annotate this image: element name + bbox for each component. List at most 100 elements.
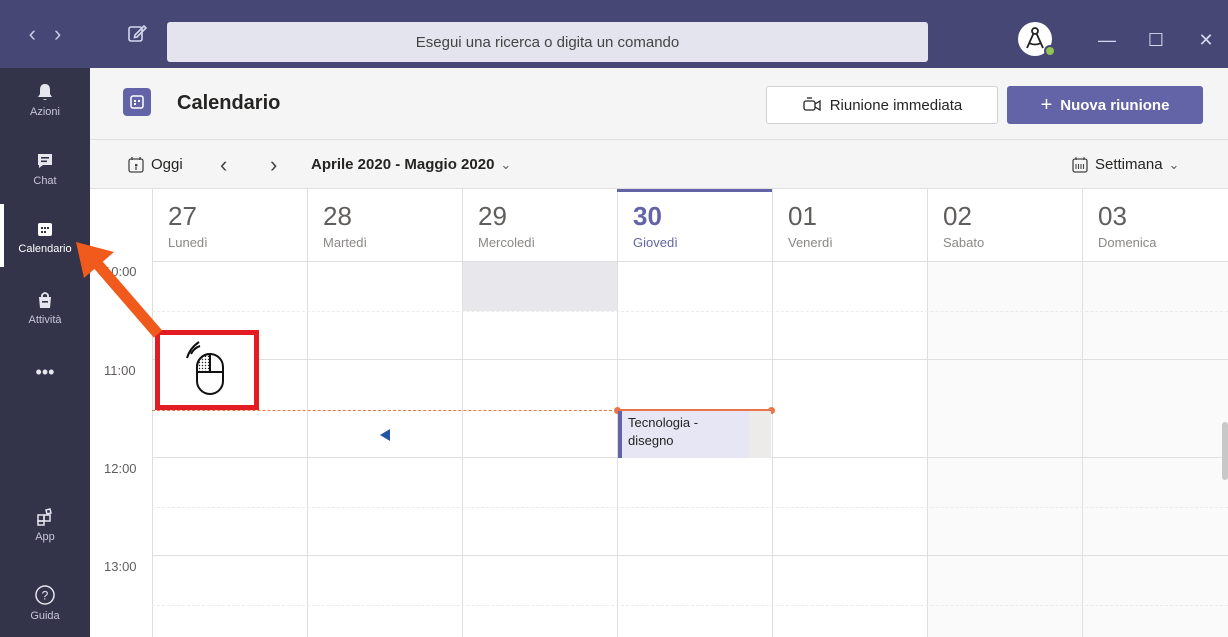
week-grid: 27 Lunedì 28 Martedì 29 Mercoledì 30 Gio…	[90, 189, 1228, 637]
more-apps-button[interactable]: •••	[0, 342, 90, 402]
rail-item-azioni[interactable]: Azioni	[0, 70, 90, 130]
rail-item-label: Azioni	[30, 106, 60, 118]
view-selector[interactable]: Settimana ⌄	[1071, 140, 1179, 189]
day-name: Sabato	[943, 235, 985, 250]
rail-item-label: App	[35, 531, 55, 543]
search-input[interactable]: Esegui una ricerca o digita un comando	[167, 22, 928, 62]
rail-item-label: Guida	[30, 610, 60, 622]
column-divider	[462, 262, 463, 637]
column-divider	[307, 262, 308, 637]
page-title: Calendario	[177, 92, 281, 114]
arrow-annotation	[76, 242, 163, 338]
column-divider	[1082, 262, 1083, 637]
today-calendar-icon	[128, 156, 144, 173]
event-title-line2: disegno	[628, 433, 674, 448]
video-camera-icon	[803, 97, 821, 112]
current-time-line	[152, 410, 617, 411]
chevron-down-icon: ⌄	[500, 156, 512, 172]
mouse-icon	[186, 341, 224, 395]
day-name: Domenica	[1098, 235, 1157, 250]
day-header[interactable]: 27 Lunedì	[152, 189, 307, 262]
calendar-toolbar: Oggi ‹ › Aprile 2020 - Maggio 2020 ⌄ Set…	[90, 140, 1228, 189]
today-button[interactable]: Oggi	[127, 140, 183, 189]
day-header[interactable]: 03 Domenica	[1082, 189, 1228, 262]
previous-week-button[interactable]: ‹	[220, 140, 227, 189]
day-name: Giovedì	[633, 235, 678, 250]
app-rail: Azioni Chat Calendario Attività ••• App …	[0, 68, 90, 637]
vertical-scrollbar[interactable]	[1222, 422, 1228, 480]
rail-item-guida[interactable]: ? Guida	[0, 573, 90, 633]
more-icon: •••	[35, 361, 55, 382]
calendar-header: Calendario Riunione immediata + Nuova ri…	[90, 68, 1228, 140]
day-number: 27	[168, 201, 197, 231]
forward-icon[interactable]: ›	[54, 21, 61, 47]
day-number: 01	[788, 201, 817, 231]
day-number: 02	[943, 201, 972, 231]
busy-block	[462, 262, 617, 311]
help-icon: ?	[35, 585, 55, 605]
column-divider	[772, 262, 773, 637]
time-label: 12:00	[104, 461, 137, 476]
hour-line	[152, 359, 1228, 360]
rail-item-chat[interactable]: Chat	[0, 139, 90, 199]
half-hour-line	[152, 507, 1228, 508]
title-bar: ‹ › Esegui una ricerca o digita un coman…	[0, 0, 1228, 68]
day-number: 28	[323, 201, 352, 231]
time-label: 13:00	[104, 559, 137, 574]
caret-left-icon	[380, 429, 390, 441]
close-button[interactable]: ✕	[1196, 30, 1216, 50]
day-name: Martedì	[323, 235, 368, 250]
chat-icon	[38, 154, 52, 168]
next-week-button[interactable]: ›	[270, 140, 277, 189]
rail-item-app[interactable]: App	[0, 495, 90, 555]
minimize-button[interactable]: —	[1097, 30, 1117, 50]
rail-item-label: Attività	[28, 314, 62, 326]
today-label: Oggi	[151, 156, 183, 173]
day-header[interactable]: 02 Sabato	[927, 189, 1082, 262]
maximize-button[interactable]: ☐	[1146, 30, 1166, 50]
half-hour-line	[152, 311, 1228, 312]
view-label: Settimana	[1095, 156, 1163, 173]
event-overflow	[749, 411, 771, 458]
column-divider	[927, 262, 928, 637]
day-header[interactable]: 01 Venerdì	[772, 189, 927, 262]
bell-icon	[38, 84, 52, 100]
new-meeting-button[interactable]: + Nuova riunione	[1007, 86, 1203, 124]
week-view-icon	[1072, 156, 1088, 173]
new-meeting-label: Nuova riunione	[1060, 96, 1170, 114]
chevron-down-icon: ⌄	[1168, 156, 1180, 172]
day-name: Mercoledì	[478, 235, 536, 250]
day-header-today[interactable]: 30 Giovedì	[617, 189, 772, 262]
event-title-line1: Tecnologia -	[628, 415, 699, 430]
mouse-click-annotation	[155, 330, 259, 410]
day-header[interactable]: 28 Martedì	[307, 189, 462, 262]
time-label: 11:00	[104, 363, 136, 378]
date-range-label: Aprile 2020 - Maggio 2020	[311, 156, 495, 173]
day-name: Lunedì	[168, 235, 208, 250]
day-number: 03	[1098, 201, 1127, 231]
rail-item-label: Chat	[33, 175, 57, 187]
date-range-picker[interactable]: Aprile 2020 - Maggio 2020 ⌄	[311, 140, 511, 189]
compose-icon[interactable]	[126, 22, 148, 44]
meet-now-button[interactable]: Riunione immediata	[766, 86, 998, 124]
rail-item-label: Calendario	[18, 243, 72, 255]
calendar-app-icon	[123, 88, 151, 116]
presence-available-badge	[1044, 45, 1056, 57]
day-header[interactable]: 29 Mercoledì	[462, 189, 617, 262]
apps-icon	[37, 508, 52, 526]
plus-icon: +	[1040, 93, 1053, 116]
history-nav: ‹ ›	[0, 0, 90, 68]
back-icon[interactable]: ‹	[29, 21, 36, 47]
half-hour-line	[152, 605, 1228, 606]
calendar-event[interactable]: Tecnologia - disegno	[618, 411, 749, 458]
today-indicator	[617, 189, 772, 192]
hour-line	[152, 555, 1228, 556]
meet-now-label: Riunione immediata	[829, 96, 963, 114]
chevron-right-icon: ›	[270, 151, 278, 177]
svg-text:?: ?	[42, 589, 49, 603]
day-number: 29	[478, 201, 507, 231]
calendar-icon	[38, 223, 52, 236]
day-name: Venerdì	[788, 235, 833, 250]
weekend-shade	[927, 262, 1228, 637]
chevron-left-icon: ‹	[220, 151, 228, 177]
